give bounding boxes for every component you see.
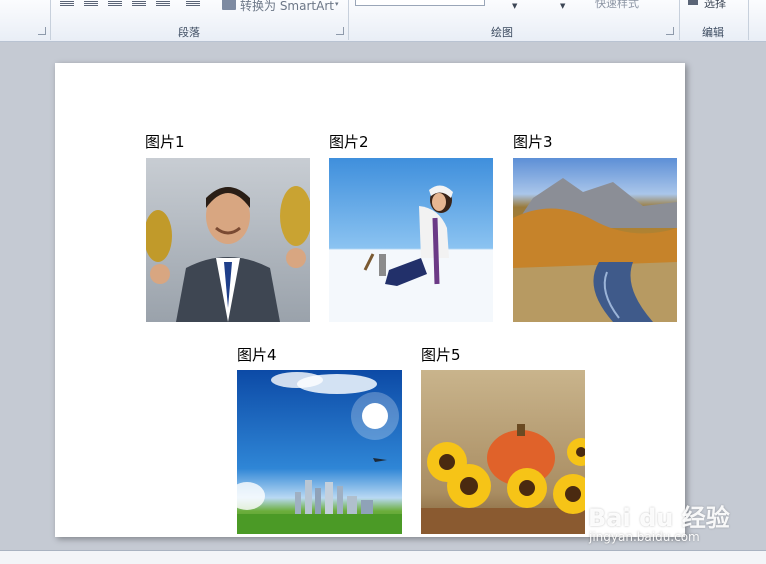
- dialog-launcher-icon[interactable]: [666, 27, 674, 35]
- chevron-down-icon[interactable]: ▾: [335, 0, 339, 8]
- slide-canvas[interactable]: 图片1 图片2 图片3 图片4 图片5: [55, 63, 685, 537]
- group-label-editing: 编辑: [702, 26, 724, 39]
- picture-5[interactable]: [421, 370, 585, 534]
- justify-icon[interactable]: [132, 1, 146, 7]
- smartart-icon[interactable]: [222, 0, 236, 10]
- woman-in-snow-image: [329, 185, 493, 322]
- dialog-launcher-icon[interactable]: [38, 27, 46, 35]
- divider: [679, 0, 680, 40]
- picture-caption[interactable]: 图片2: [329, 131, 369, 152]
- chevron-down-icon[interactable]: ▼: [512, 2, 517, 10]
- picture-caption[interactable]: 图片1: [145, 131, 185, 152]
- dialog-launcher-icon[interactable]: [336, 27, 344, 35]
- divider: [348, 0, 349, 40]
- watermark-url: jingyan.baidu.com: [589, 530, 700, 544]
- select-button[interactable]: 选择: [704, 0, 726, 11]
- align-right-icon[interactable]: [108, 1, 122, 7]
- group-label-drawing: 绘图: [491, 26, 513, 39]
- autumn-stream-image: [513, 178, 677, 322]
- align-left-icon[interactable]: [60, 1, 74, 7]
- chevron-down-icon[interactable]: ▼: [560, 2, 565, 10]
- distributed-icon[interactable]: [156, 1, 170, 7]
- sunflowers-pumpkin-image: [421, 424, 585, 534]
- status-bar: [0, 550, 766, 564]
- picture-caption[interactable]: 图片5: [421, 344, 461, 365]
- quick-styles-button[interactable]: 快速样式: [595, 0, 639, 11]
- picture-4[interactable]: [237, 370, 402, 534]
- convert-smartart-button[interactable]: 转换为 SmartArt: [240, 0, 334, 14]
- picture-2[interactable]: [329, 158, 493, 322]
- columns-icon[interactable]: [186, 1, 200, 7]
- ribbon: 转换为 SmartArt ▾ ▼ ▼ 快速样式 选择 段落 绘图 编辑: [0, 0, 766, 42]
- select-cursor-icon[interactable]: [688, 0, 698, 5]
- picture-caption[interactable]: 图片4: [237, 344, 277, 365]
- group-label-paragraph: 段落: [178, 26, 200, 39]
- picture-caption[interactable]: 图片3: [513, 131, 553, 152]
- watermark-brand: Bai du 经验: [588, 504, 730, 532]
- picture-1[interactable]: [146, 158, 310, 322]
- city-skyline-image: [237, 372, 402, 534]
- divider: [50, 0, 51, 40]
- picture-3[interactable]: [513, 158, 677, 322]
- man-with-masks-image: [146, 186, 310, 322]
- shapes-gallery[interactable]: [355, 0, 485, 6]
- divider: [748, 0, 749, 40]
- align-center-icon[interactable]: [84, 1, 98, 7]
